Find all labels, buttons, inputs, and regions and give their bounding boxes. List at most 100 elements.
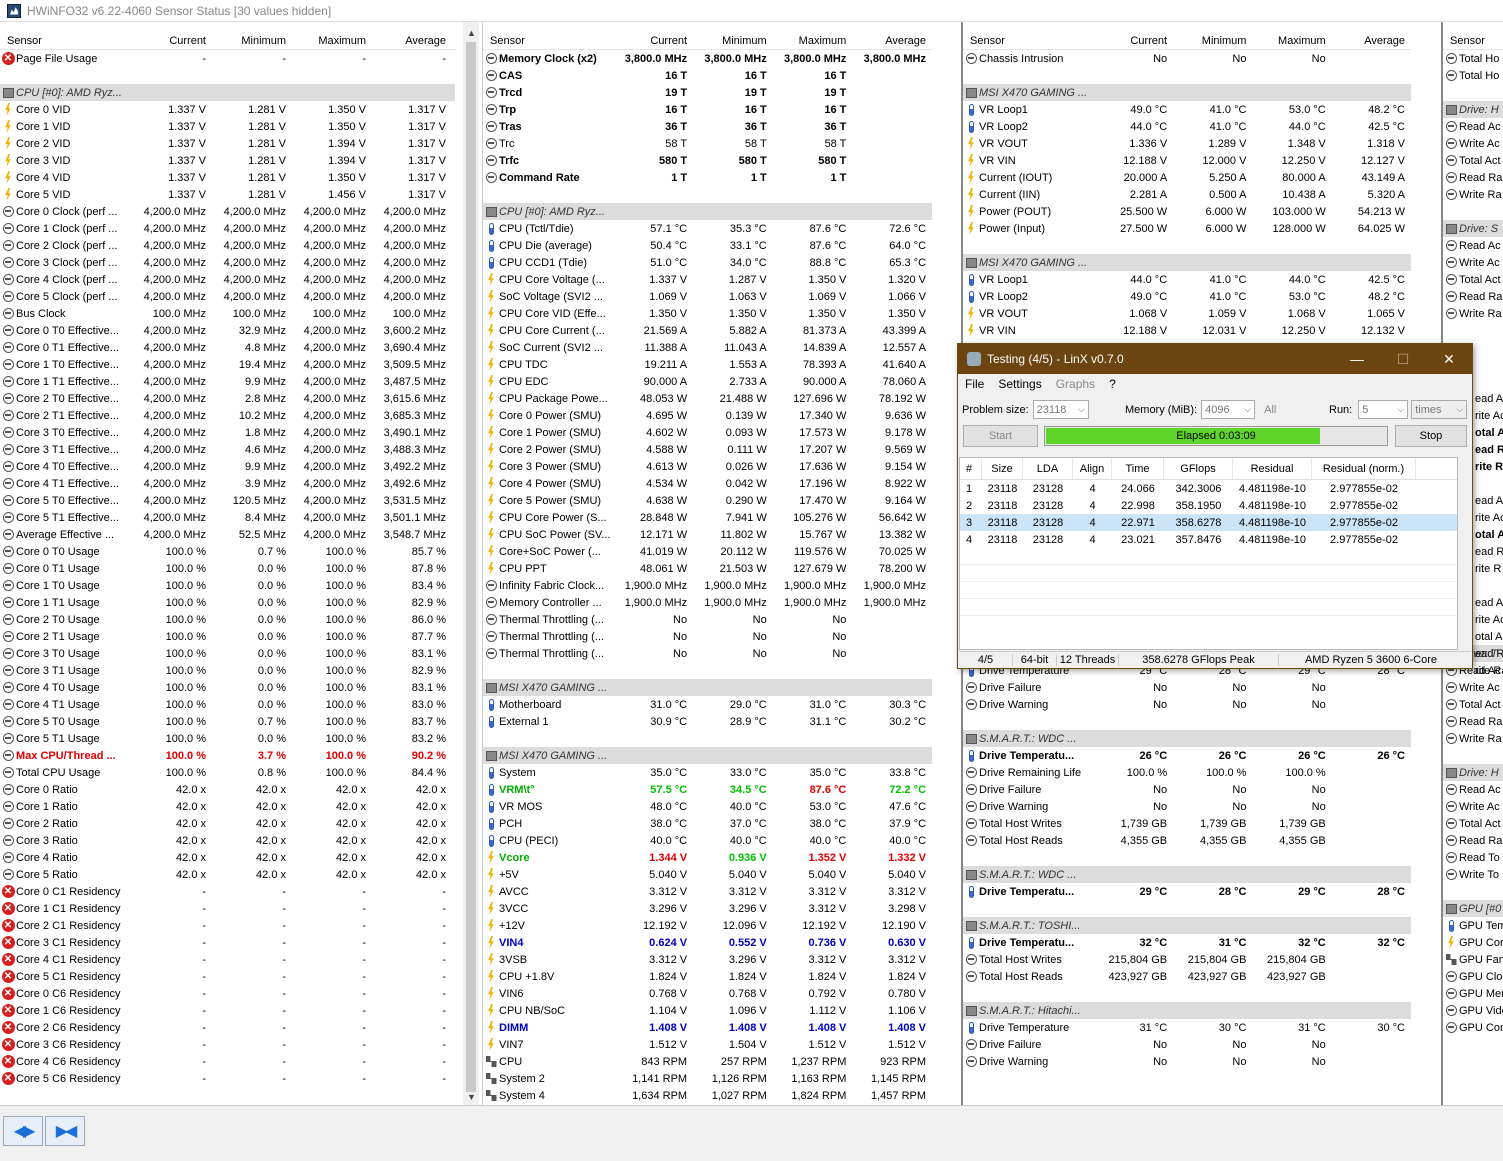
collapse-columns-button[interactable]: ◀▶ <box>3 1116 43 1146</box>
sensor-row[interactable]: Drive Temperatu... 29 °C 28 °C 29 °C 28 °C <box>963 883 1411 900</box>
sensor-row[interactable]: ✕ Core 3 C1 Residency - - - - <box>0 934 455 951</box>
sensor-row[interactable]: Max CPU/Thread ... 100.0 % 3.7 % 100.0 % 90.… <box>0 747 455 764</box>
sensor-row[interactable]: Power (Input) 27.500 W 6.000 W 128.000 W 64.… <box>963 220 1411 237</box>
sensor-row[interactable]: Core 3 Clock (perf ... 4,200.0 MHz 4,200.0… <box>0 254 455 271</box>
sensor-row[interactable]: Read Ra <box>1443 288 1503 305</box>
sensor-row[interactable]: Memory Controller ... 1,900.0 MHz 1,900.0 … <box>483 594 932 611</box>
run-count-combo[interactable]: 5 ⌵ <box>1358 400 1409 419</box>
header-average[interactable]: Average <box>852 35 932 47</box>
sensor-row[interactable]: Total Host Reads 4,355 GB 4,355 GB 4,355 GB <box>963 832 1411 849</box>
sensor-row[interactable]: VR VOUT 1.068 V 1.059 V 1.068 V 1.065 V <box>963 305 1411 322</box>
header-current[interactable]: Current <box>1092 35 1173 47</box>
sensor-row[interactable]: Core 3 T1 Usage 100.0 % 0.0 % 100.0 % 82.9 % <box>0 662 455 679</box>
result-row[interactable]: 3 23118 23128 4 22.971 358.6278 4.481198e-10 2.… <box>960 514 1457 531</box>
sensor-row[interactable]: CPU Core VID (Effe... 1.350 V 1.350 V 1.350… <box>483 305 932 322</box>
sensor-group-header[interactable]: CPU [#0]: AMD Ryz... <box>483 203 932 220</box>
sensor-row[interactable]: +5V 5.040 V 5.040 V 5.040 V 5.040 V <box>483 866 932 883</box>
header-maximum[interactable]: Maximum <box>773 35 853 47</box>
sensor-row[interactable]: Read Ra <box>1443 169 1503 186</box>
results-header-cell[interactable]: GFlops <box>1164 458 1233 479</box>
results-header-cell[interactable]: Residual <box>1233 458 1312 479</box>
header-average[interactable]: Average <box>1332 35 1411 47</box>
sensor-row[interactable]: Core 2 VID 1.337 V 1.281 V 1.394 V 1.317 V <box>0 135 455 152</box>
sensor-row[interactable]: CPU 843 RPM 257 RPM 1,237 RPM 923 RPM <box>483 1053 932 1070</box>
sensor-row[interactable]: Core 1 T0 Effective... 4,200.0 MHz 19.4 MH… <box>0 356 455 373</box>
sensor-row[interactable]: Drive Warning No No No <box>963 1053 1411 1070</box>
sensor-row[interactable]: Vcore 1.344 V 0.936 V 1.352 V 1.332 V <box>483 849 932 866</box>
sensor-row[interactable]: Trfc 580 T 580 T 580 T <box>483 152 932 169</box>
header-average[interactable]: Average <box>372 35 452 47</box>
sensor-row[interactable]: Current (IIN) 2.281 A 0.500 A 10.438 A 5.320… <box>963 186 1411 203</box>
result-row[interactable]: 2 23118 23128 4 22.998 358.1950 4.481198e-10 2.… <box>960 497 1457 514</box>
sensor-row[interactable]: VR VIN 12.188 V 12.031 V 12.250 V 12.132 V <box>963 322 1411 339</box>
sensor-row[interactable]: Core 0 VID 1.337 V 1.281 V 1.350 V 1.317 V <box>0 101 455 118</box>
sensor-row[interactable]: Core 1 Power (SMU) 4.602 W 0.093 W 17.573 W… <box>483 424 932 441</box>
sensor-group-header[interactable]: S.M.A.R.T.: WDC ... <box>963 730 1411 747</box>
sensor-group-header[interactable]: Drive: S <box>1443 220 1503 237</box>
sensor-row[interactable]: VIN6 0.768 V 0.768 V 0.792 V 0.780 V <box>483 985 932 1002</box>
sensor-row[interactable]: Core 2 T1 Usage 100.0 % 0.0 % 100.0 % 87.7 % <box>0 628 455 645</box>
run-unit-combo[interactable]: times ⌵ <box>1411 400 1468 419</box>
sensor-group-header[interactable]: Drive: H <box>1443 101 1503 118</box>
start-button[interactable]: Start <box>963 425 1038 447</box>
sensor-row[interactable]: Core 3 VID 1.337 V 1.281 V 1.394 V 1.317 V <box>0 152 455 169</box>
sensor-row[interactable]: Write Ac <box>1443 798 1503 815</box>
sensor-row[interactable]: Total Act <box>1443 271 1503 288</box>
sensor-row[interactable]: CPU (PECI) 40.0 °C 40.0 °C 40.0 °C 40.0 °C <box>483 832 932 849</box>
sensor-row[interactable]: Total Ho <box>1443 67 1503 84</box>
sensor-row[interactable]: Current (IOUT) 20.000 A 5.250 A 80.000 A 43.… <box>963 169 1411 186</box>
sensor-row[interactable]: Drive Temperatu... 32 °C 31 °C 32 °C 32 °C <box>963 934 1411 951</box>
sensor-row[interactable]: Core 1 Ratio 42.0 x 42.0 x 42.0 x 42.0 x <box>0 798 455 815</box>
panel-1-scrollbar[interactable]: ▲ ▼ <box>463 22 479 1105</box>
sensor-row[interactable]: Drive Temperatu... 26 °C 26 °C 26 °C 26 °C <box>963 747 1411 764</box>
sensor-row[interactable]: Total Act <box>1443 696 1503 713</box>
close-icon[interactable]: ✕ <box>1426 351 1472 368</box>
sensor-row[interactable]: Trp 16 T 16 T 16 T <box>483 101 932 118</box>
sensor-row[interactable]: Thermal Throttling (... No No No <box>483 611 932 628</box>
sensor-group-header[interactable]: Drive: H <box>1443 764 1503 781</box>
sensor-row[interactable]: VR Loop2 49.0 °C 41.0 °C 53.0 °C 48.2 °C <box>963 288 1411 305</box>
sensor-row[interactable]: Core 4 T0 Effective... 4,200.0 MHz 9.9 MHz… <box>0 458 455 475</box>
menu-help[interactable]: ? <box>1109 377 1116 391</box>
sensor-row[interactable]: CPU SoC Power (SV... 12.171 W 11.802 W 15.7… <box>483 526 932 543</box>
sensor-row[interactable]: CPU Package Powe... 48.053 W 21.488 W 127.6… <box>483 390 932 407</box>
header-current[interactable]: Current <box>135 35 212 47</box>
results-header-cell[interactable]: Align <box>1073 458 1112 479</box>
sensor-row[interactable]: Core 2 Ratio 42.0 x 42.0 x 42.0 x 42.0 x <box>0 815 455 832</box>
sensor-row[interactable]: VIN4 0.624 V 0.552 V 0.736 V 0.630 V <box>483 934 932 951</box>
sensor-row[interactable]: Core 0 T1 Effective... 4,200.0 MHz 4.8 MHz… <box>0 339 455 356</box>
sensor-row[interactable]: Total Act <box>1443 152 1503 169</box>
all-checkbox-label[interactable]: All <box>1264 404 1276 416</box>
header-sensor[interactable]: Sensor <box>1443 35 1503 47</box>
sensor-row[interactable]: Core 1 T1 Effective... 4,200.0 MHz 9.9 MHz… <box>0 373 455 390</box>
sensor-row[interactable]: Core 1 Clock (perf ... 4,200.0 MHz 4,200.0… <box>0 220 455 237</box>
sensor-row[interactable]: Core 4 VID 1.337 V 1.281 V 1.350 V 1.317 V <box>0 169 455 186</box>
sensor-group-header[interactable]: MSI X470 GAMING ... <box>483 747 932 764</box>
sensor-group-header[interactable]: GPU [#0 <box>1443 900 1503 917</box>
sensor-row[interactable]: VR Loop1 49.0 °C 41.0 °C 53.0 °C 48.2 °C <box>963 101 1411 118</box>
sensor-row[interactable]: Write Ra <box>1443 305 1503 322</box>
sensor-row[interactable]: Core 0 Clock (perf ... 4,200.0 MHz 4,200.0… <box>0 203 455 220</box>
menu-file[interactable]: File <box>965 377 984 391</box>
results-header-cell[interactable]: LDA <box>1023 458 1073 479</box>
sensor-row[interactable]: VR Loop1 44.0 °C 41.0 °C 44.0 °C 42.5 °C <box>963 271 1411 288</box>
sensor-row[interactable]: Drive Failure No No No <box>963 1036 1411 1053</box>
sensor-row[interactable]: ✕ Core 1 C6 Residency - - - - <box>0 1002 455 1019</box>
sensor-row[interactable]: Core 3 T0 Usage 100.0 % 0.0 % 100.0 % 83.1 % <box>0 645 455 662</box>
sensor-row[interactable]: Core+SoC Power (... 41.019 W 20.112 W 119.5… <box>483 543 932 560</box>
header-maximum[interactable]: Maximum <box>1252 35 1331 47</box>
sensor-row[interactable]: CPU NB/SoC 1.104 V 1.096 V 1.112 V 1.106 V <box>483 1002 932 1019</box>
sensor-row[interactable]: 3VCC 3.296 V 3.296 V 3.312 V 3.298 V <box>483 900 932 917</box>
sensor-row[interactable]: Drive Remaining Life 100.0 % 100.0 % 100.0 … <box>963 764 1411 781</box>
results-header-cell[interactable]: Size <box>982 458 1023 479</box>
sensor-row[interactable]: GPU Cloc <box>1443 968 1503 985</box>
sensor-row[interactable]: Write Ac <box>1443 135 1503 152</box>
sensor-row[interactable]: Core 1 T1 Usage 100.0 % 0.0 % 100.0 % 82.9 % <box>0 594 455 611</box>
sensor-row[interactable]: Core 4 T1 Effective... 4,200.0 MHz 3.9 MHz… <box>0 475 455 492</box>
sensor-row[interactable]: Core 0 Ratio 42.0 x 42.0 x 42.0 x 42.0 x <box>0 781 455 798</box>
sensor-row[interactable]: Core 4 Power (SMU) 4.534 W 0.042 W 17.196 W… <box>483 475 932 492</box>
sensor-row[interactable]: Core 4 Clock (perf ... 4,200.0 MHz 4,200.0… <box>0 271 455 288</box>
sensor-row[interactable]: Drive Warning No No No <box>963 798 1411 815</box>
sensor-group-header[interactable]: MSI X470 GAMING ... <box>963 84 1411 101</box>
sensor-row[interactable]: PCH 38.0 °C 37.0 °C 38.0 °C 37.9 °C <box>483 815 932 832</box>
